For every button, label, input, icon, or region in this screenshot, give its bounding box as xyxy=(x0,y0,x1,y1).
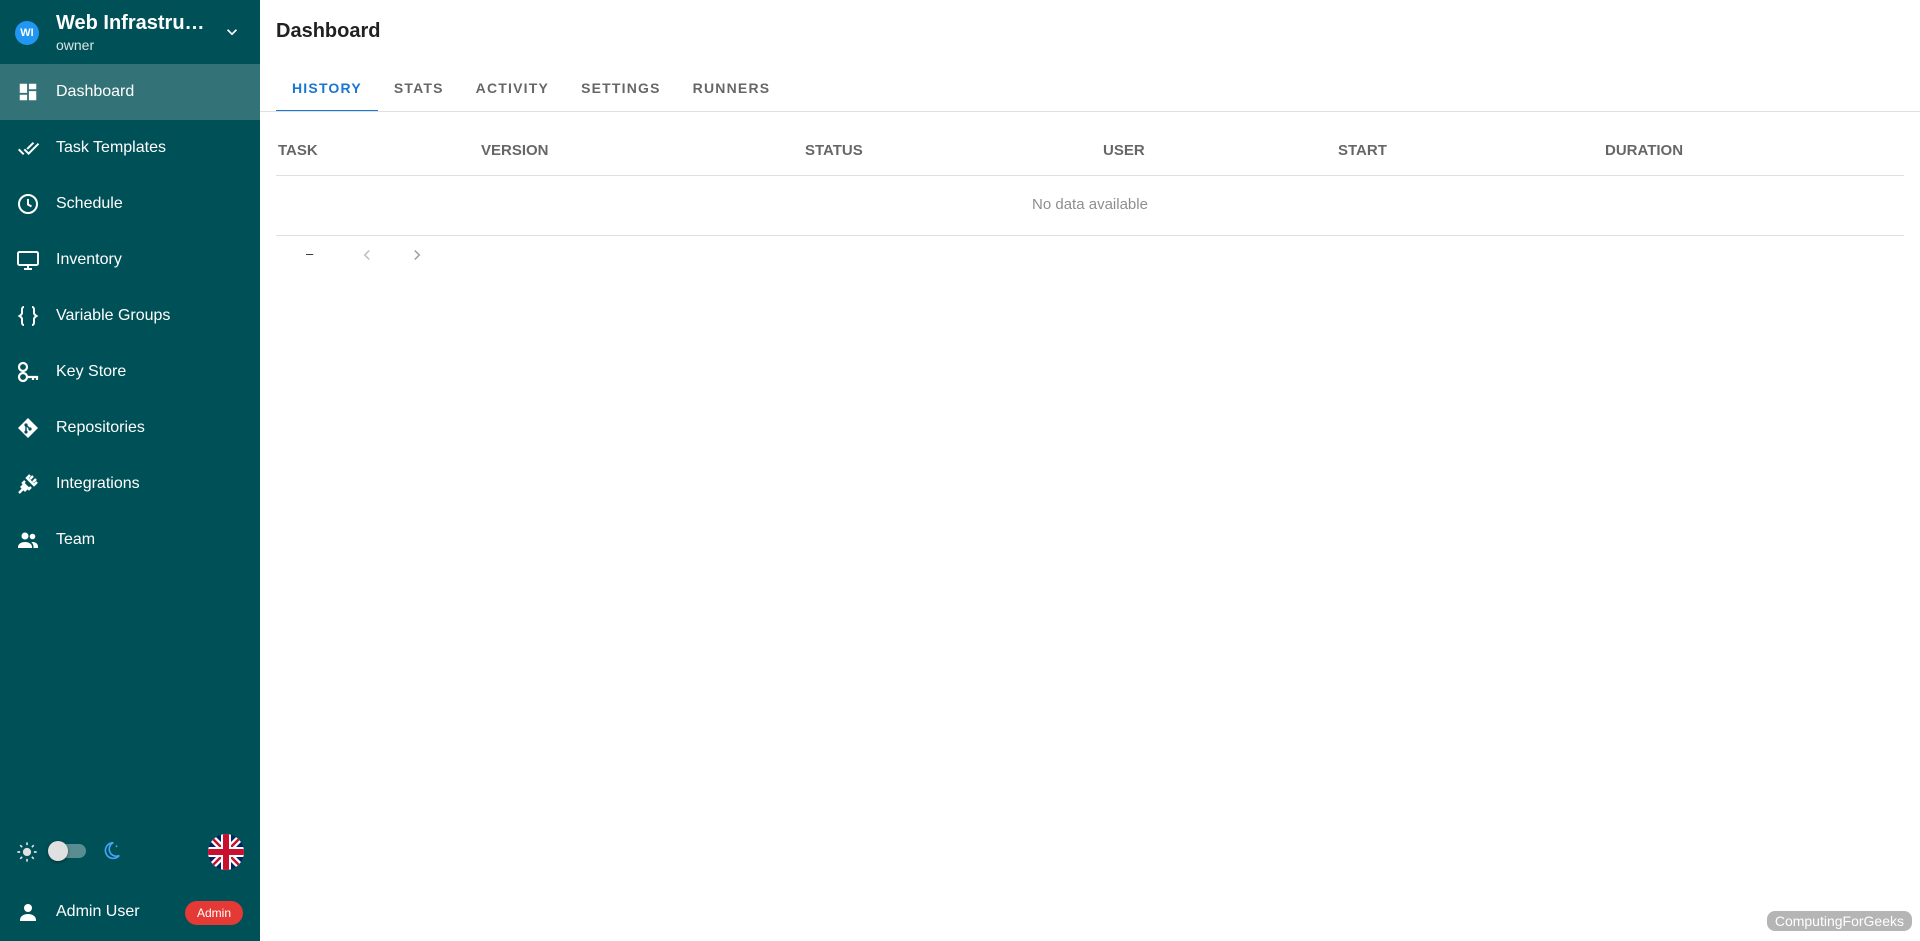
sidebar-item-label: Key Store xyxy=(56,363,127,380)
user-name: Admin User xyxy=(56,903,140,920)
clock-icon xyxy=(16,192,40,216)
sidebar-item-key-store[interactable]: Key Store xyxy=(0,344,260,400)
sidebar-item-label: Task Templates xyxy=(56,139,166,156)
pagination-range: – xyxy=(306,246,314,261)
table-header: TASK VERSION STATUS USER START DURATION xyxy=(276,128,1904,176)
toggle-knob xyxy=(48,841,68,861)
watermark: ComputingForGeeks xyxy=(1766,911,1912,931)
project-selector[interactable]: WI Web Infrastruc... owner xyxy=(0,0,260,64)
tab-settings[interactable]: SETTINGS xyxy=(565,64,677,112)
tab-history[interactable]: HISTORY xyxy=(276,64,378,112)
history-table: TASK VERSION STATUS USER START DURATION … xyxy=(276,128,1904,236)
sun-icon xyxy=(17,842,37,862)
column-header-version[interactable]: VERSION xyxy=(481,142,549,159)
language-flag-icon[interactable] xyxy=(208,834,244,870)
sidebar-item-label: Schedule xyxy=(56,195,123,212)
dashboard-icon xyxy=(16,80,40,104)
sidebar-item-repositories[interactable]: Repositories xyxy=(0,400,260,456)
tab-runners[interactable]: RUNNERS xyxy=(677,64,787,112)
tab-stats[interactable]: STATS xyxy=(378,64,460,112)
sidebar-nav: Dashboard Task Templates Schedule Invent… xyxy=(0,64,260,568)
column-header-user[interactable]: USER xyxy=(1103,142,1145,159)
sidebar-item-schedule[interactable]: Schedule xyxy=(0,176,260,232)
page-title: Dashboard xyxy=(276,20,381,42)
chevron-right-icon[interactable] xyxy=(408,246,426,264)
plug-icon xyxy=(16,472,40,496)
sidebar-item-task-templates[interactable]: Task Templates xyxy=(0,120,260,176)
sidebar-item-integrations[interactable]: Integrations xyxy=(0,456,260,512)
main-content: Dashboard HISTORY STATS ACTIVITY SETTING… xyxy=(260,0,1920,941)
dashboard-tabs: HISTORY STATS ACTIVITY SETTINGS RUNNERS xyxy=(276,64,786,112)
column-header-task[interactable]: TASK xyxy=(278,142,318,159)
sidebar: WI Web Infrastruc... owner Dashboard Tas… xyxy=(0,0,260,941)
sidebar-item-label: Integrations xyxy=(56,475,140,492)
git-icon xyxy=(16,416,40,440)
braces-icon xyxy=(16,304,40,328)
dark-mode-toggle[interactable] xyxy=(48,841,86,861)
sidebar-item-inventory[interactable]: Inventory xyxy=(0,232,260,288)
check-all-icon xyxy=(16,136,40,160)
key-icon xyxy=(16,360,40,384)
sidebar-item-label: Team xyxy=(56,531,96,548)
tab-activity[interactable]: ACTIVITY xyxy=(460,64,565,112)
sidebar-item-variable-groups[interactable]: Variable Groups xyxy=(0,288,260,344)
sidebar-item-team[interactable]: Team xyxy=(0,512,260,568)
sidebar-item-label: Variable Groups xyxy=(56,307,171,324)
app-root: WI Web Infrastruc... owner Dashboard Tas… xyxy=(0,0,1920,941)
sidebar-item-label: Repositories xyxy=(56,419,145,436)
project-role: owner xyxy=(56,37,95,53)
tabs-divider xyxy=(260,111,1920,112)
people-icon xyxy=(16,528,40,552)
sidebar-item-dashboard[interactable]: Dashboard xyxy=(0,64,260,120)
table-pagination: – xyxy=(276,240,476,270)
theme-switcher xyxy=(0,830,260,874)
sidebar-item-label: Inventory xyxy=(56,251,122,268)
no-data-message: No data available xyxy=(1032,196,1148,213)
chevron-left-icon[interactable] xyxy=(358,246,376,264)
column-header-start[interactable]: START xyxy=(1338,142,1387,159)
person-icon xyxy=(20,904,36,921)
table-empty-row: No data available xyxy=(276,176,1904,236)
sidebar-item-label: Dashboard xyxy=(56,83,135,100)
user-menu[interactable]: Admin User Admin xyxy=(0,884,260,940)
column-header-status[interactable]: STATUS xyxy=(805,142,863,159)
chevron-down-icon xyxy=(227,29,237,36)
admin-badge: Admin xyxy=(185,901,244,925)
project-avatar: WI xyxy=(15,21,39,45)
column-header-duration[interactable]: DURATION xyxy=(1605,142,1683,159)
project-name: Web Infrastruc... xyxy=(56,12,206,34)
moon-icon xyxy=(104,841,120,860)
monitor-icon xyxy=(16,248,40,272)
